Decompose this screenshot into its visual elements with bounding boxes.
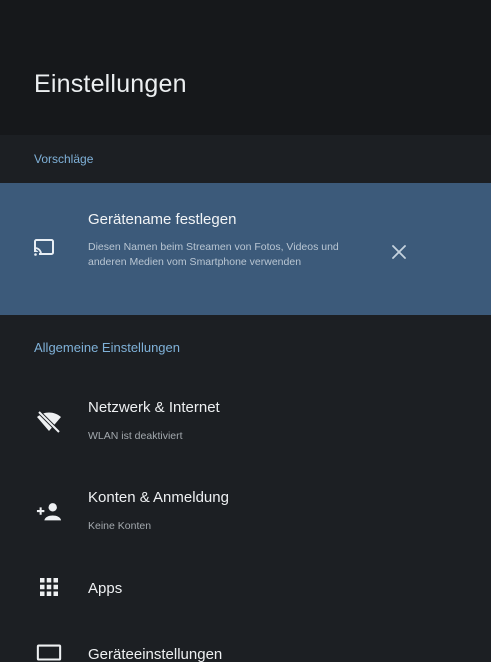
menu-item-apps[interactable]: Apps (0, 560, 491, 615)
menu-item-subtitle: WLAN ist deaktiviert (88, 430, 183, 442)
suggestion-card-device-name[interactable]: Gerätename festlegen Diesen Namen beim S… (0, 183, 491, 315)
suggestion-title: Gerätename festlegen (88, 211, 237, 228)
apps-grid-icon (36, 574, 62, 600)
menu-item-label: Konten & Anmeldung (88, 489, 229, 506)
menu-item-device-settings[interactable]: Geräteeinstellungen (0, 630, 491, 662)
menu-item-network-internet[interactable]: Netzwerk & Internet WLAN ist deaktiviert (0, 385, 491, 455)
menu-item-accounts[interactable]: Konten & Anmeldung Keine Konten (0, 475, 491, 545)
wifi-off-icon (36, 409, 62, 435)
menu-item-label: Apps (88, 580, 123, 597)
general-section-label: Allgemeine Einstellungen (34, 340, 180, 355)
menu-item-subtitle: Keine Konten (88, 520, 152, 532)
suggestion-description: Diesen Namen beim Streamen von Fotos, Vi… (88, 241, 339, 268)
close-icon[interactable] (388, 241, 410, 263)
suggestions-section-label: Vorschläge (34, 152, 94, 166)
menu-item-label: Netzwerk & Internet (88, 399, 220, 416)
add-account-icon (36, 499, 62, 525)
menu-item-label: Geräteeinstellungen (88, 646, 223, 662)
header: Einstellungen (0, 0, 491, 135)
page-title: Einstellungen (34, 70, 187, 98)
cast-icon (33, 238, 55, 258)
settings-screen: Einstellungen Vorschläge Gerätename fest… (0, 0, 491, 662)
tv-icon (36, 640, 62, 662)
